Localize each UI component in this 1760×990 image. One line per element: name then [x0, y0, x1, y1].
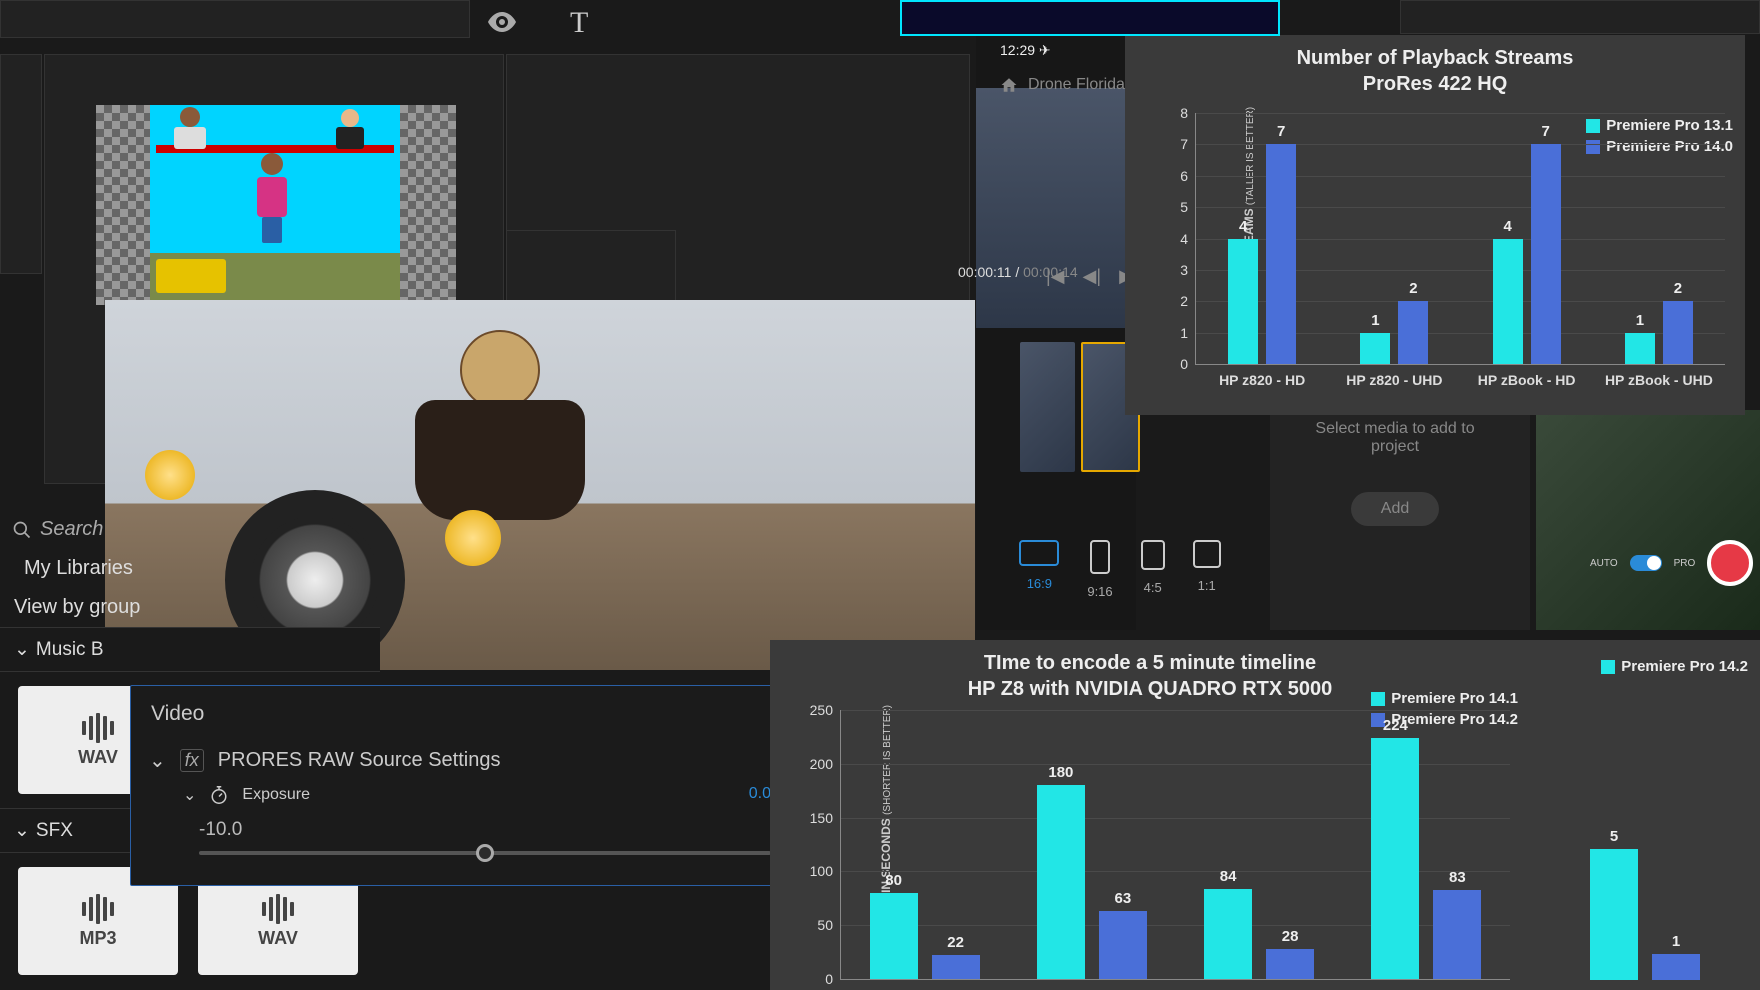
fx-badge-icon: fx [180, 749, 204, 772]
category-label: HP zBook - UHD [1605, 364, 1713, 388]
bar: 80 [870, 893, 918, 979]
camera-preview [1536, 410, 1760, 630]
image-thumbnail [0, 0, 470, 38]
chart-title: Number of Playback Streams [1125, 45, 1745, 71]
aspect-1-1[interactable]: 1:1 [1193, 540, 1221, 599]
view-mode[interactable]: View by group [0, 588, 380, 627]
stopwatch-icon[interactable] [210, 785, 228, 805]
bar: 28 [1266, 949, 1314, 979]
bar: 1 [1625, 333, 1655, 364]
aspect-4-5[interactable]: 4:5 [1141, 540, 1165, 599]
playback-controls[interactable]: |◀ ◀| ▶ [1046, 266, 1133, 287]
effect-header[interactable]: ⌄ fx PRORES RAW Source Settings [149, 742, 771, 779]
chart-subtitle: ProRes 422 HQ [1125, 71, 1745, 97]
mode-auto-label: AUTO [1590, 558, 1618, 569]
media-picker: Select media to add to project Add [1290, 420, 1500, 526]
bar: 5 [1590, 849, 1638, 980]
legend-item: Premiere Pro 14.2 [1601, 658, 1748, 675]
panel-heading: Video [131, 686, 789, 742]
bar: 1 [1652, 954, 1700, 980]
cartoon-preview [150, 105, 400, 305]
bar: 22 [932, 955, 980, 979]
bar: 7 [1266, 144, 1296, 364]
slider-thumb[interactable] [476, 844, 494, 862]
text-tool-icon[interactable]: T [570, 6, 588, 40]
add-button[interactable]: Add [1351, 492, 1439, 526]
exposure-value[interactable]: 0.0 [749, 785, 771, 805]
rush-monitor [976, 88, 1136, 328]
eye-icon[interactable] [488, 12, 516, 32]
aspect-ratio-selector: 16:9 9:16 4:5 1:1 [980, 540, 1260, 599]
prev-icon[interactable]: |◀ [1046, 266, 1065, 287]
chevron-down-icon[interactable]: ⌄ [14, 638, 30, 661]
video-effect-panel: Video ⌄ fx PRORES RAW Source Settings ⌄ … [130, 685, 790, 886]
status-time: 12:29 ✈ [1000, 42, 1051, 59]
chart-playback-streams: Number of Playback Streams ProRes 422 HQ… [1125, 35, 1745, 415]
record-button[interactable] [1707, 540, 1753, 586]
bar: 7 [1531, 144, 1561, 364]
breadcrumb-label: Drone Florida [1028, 76, 1125, 94]
bar: 4 [1228, 239, 1258, 365]
chart-encode-time: TIme to encode a 5 minute timeline HP Z8… [770, 640, 1530, 990]
chevron-down-icon[interactable]: ⌄ [14, 819, 30, 842]
capture-controls: AUTO PRO [1590, 540, 1760, 586]
breadcrumb[interactable]: Drone Florida [1000, 76, 1125, 94]
step-back-icon[interactable]: ◀| [1083, 266, 1102, 287]
mode-toggle[interactable] [1630, 555, 1662, 571]
bar: 63 [1099, 911, 1147, 979]
category-label: HP z820 - HD [1219, 364, 1305, 388]
bar: 1 [1360, 333, 1390, 364]
exposure-slider[interactable] [199, 851, 771, 855]
legend-item: Premiere Pro 14.1 [1371, 690, 1518, 707]
logo-card [900, 0, 1280, 36]
track-switches[interactable] [0, 54, 42, 274]
library-dropdown[interactable]: My Libraries [0, 549, 380, 588]
aspect-16-9[interactable]: 16:9 [1019, 540, 1059, 599]
chart-title: TIme to encode a 5 minute timeline [770, 650, 1530, 676]
bar: 180 [1037, 785, 1085, 979]
chart-encode-time-right: Premiere Pro 14.2 51 [1530, 640, 1760, 990]
section-music-b[interactable]: ⌄Music B [0, 627, 380, 672]
bar: 2 [1398, 301, 1428, 364]
category-label: HP z820 - UHD [1346, 364, 1442, 388]
chevron-down-icon[interactable]: ⌄ [149, 748, 166, 773]
search-icon [12, 520, 32, 540]
right-panel-tabs[interactable] [1400, 0, 1760, 34]
bar: 83 [1433, 890, 1481, 979]
search-placeholder: Search [40, 518, 103, 541]
bar: 2 [1663, 301, 1693, 364]
category-label: HP zBook - HD [1478, 364, 1576, 388]
bar: 224 [1371, 738, 1419, 979]
exposure-label: Exposure [242, 786, 310, 804]
aspect-9-16[interactable]: 9:16 [1087, 540, 1112, 599]
clip-thumbnails[interactable] [1020, 342, 1140, 472]
media-hint: Select media to add to project [1290, 420, 1500, 456]
mode-pro-label: PRO [1674, 558, 1696, 569]
chevron-down-icon[interactable]: ⌄ [183, 785, 196, 805]
bar: 4 [1493, 239, 1523, 365]
home-icon[interactable] [1000, 76, 1018, 94]
bar: 84 [1204, 889, 1252, 979]
search-input[interactable]: Search [0, 510, 380, 549]
effect-name: PRORES RAW Source Settings [218, 749, 501, 772]
